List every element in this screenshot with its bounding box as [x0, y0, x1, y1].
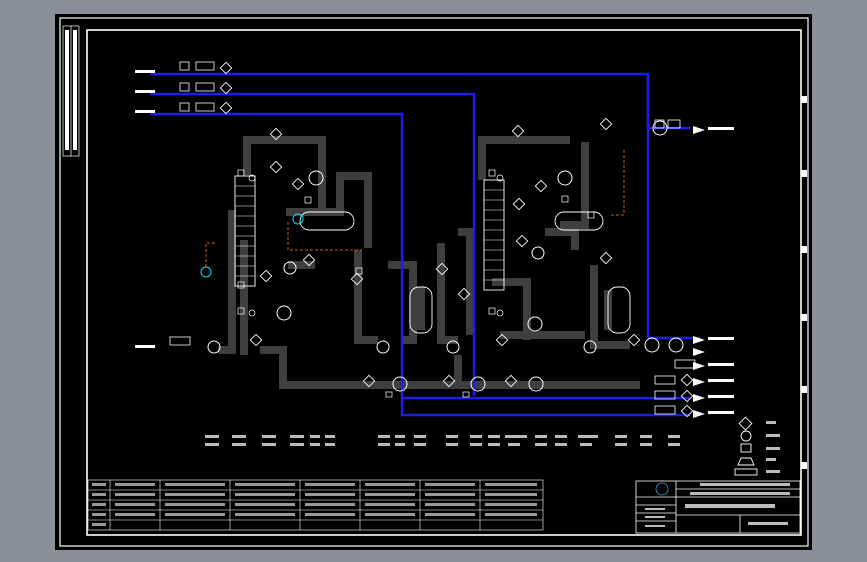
- binding-strip: [62, 25, 80, 157]
- process-flow-diagram: [55, 14, 812, 550]
